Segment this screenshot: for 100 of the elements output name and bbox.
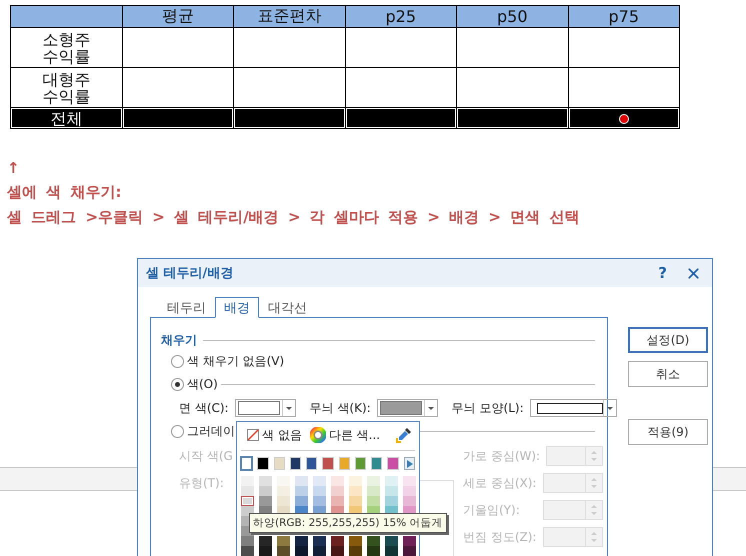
tab[interactable]: 배경: [215, 297, 259, 318]
color-swatch[interactable]: [331, 496, 344, 506]
color-swatch[interactable]: [241, 486, 254, 496]
help-button[interactable]: ?: [658, 264, 667, 282]
tooltip: 하양(RGB: 255,255,255) 15% 어둡게: [249, 513, 447, 533]
color-swatch[interactable]: [313, 536, 326, 546]
no-color-button[interactable]: 색 없음: [247, 426, 302, 444]
spin-field[interactable]: [543, 473, 603, 493]
dialog-button[interactable]: 적용(9): [628, 419, 708, 445]
color-swatch[interactable]: [241, 496, 254, 506]
color-swatch[interactable]: [385, 476, 398, 486]
color-swatch[interactable]: [277, 546, 290, 556]
color-swatch[interactable]: [349, 486, 362, 496]
color-swatch[interactable]: [241, 546, 254, 556]
color-swatch[interactable]: [277, 536, 290, 546]
color-swatch[interactable]: [403, 496, 416, 506]
spin-field[interactable]: [543, 500, 603, 520]
caret-icon: [282, 400, 295, 416]
header-cell: p75: [568, 6, 680, 28]
dialog-title: 셀 테두리/배경: [146, 265, 234, 282]
color-swatch[interactable]: [277, 486, 290, 496]
color-swatch[interactable]: [306, 457, 318, 470]
row-label-cell: 대형주 수익률: [10, 68, 122, 108]
color-swatch[interactable]: [241, 536, 254, 546]
color-swatch[interactable]: [331, 546, 344, 556]
field-label: 세로 중심(X):: [463, 474, 536, 492]
color-swatch[interactable]: [349, 496, 362, 506]
color-swatch[interactable]: [349, 546, 362, 556]
color-swatch[interactable]: [331, 476, 344, 486]
header-cell: p25: [345, 6, 456, 28]
expand-button[interactable]: [404, 457, 415, 470]
color-swatch[interactable]: [349, 476, 362, 486]
color-swatch[interactable]: [349, 536, 362, 546]
color-swatch[interactable]: [313, 496, 326, 506]
color-swatch[interactable]: [259, 486, 272, 496]
color-swatch[interactable]: [259, 496, 272, 506]
color-swatch[interactable]: [385, 546, 398, 556]
color-dropdown[interactable]: [234, 399, 296, 417]
more-colors-button[interactable]: 다른 색...: [310, 426, 380, 444]
color-swatch[interactable]: [367, 536, 380, 546]
color-swatch[interactable]: [371, 457, 382, 470]
radio-button[interactable]: [171, 355, 184, 368]
pattern-swatch: [536, 402, 603, 414]
color-dropdown[interactable]: [376, 399, 438, 417]
eyedropper-icon[interactable]: [396, 427, 412, 443]
color-swatch[interactable]: [403, 486, 416, 496]
pattern-dropdown[interactable]: [530, 399, 617, 417]
color-swatch[interactable]: [259, 536, 272, 546]
color-swatch[interactable]: [403, 476, 416, 486]
color-swatch[interactable]: [385, 486, 398, 496]
color-swatch[interactable]: [367, 486, 380, 496]
caret-icon: [424, 400, 437, 416]
color-swatch[interactable]: [259, 476, 272, 486]
color-swatch[interactable]: [338, 457, 350, 470]
color-swatch[interactable]: [241, 457, 252, 470]
color-swatch[interactable]: [277, 476, 290, 486]
arrow-text: ↑: [7, 159, 21, 177]
color-swatch[interactable]: [385, 536, 398, 546]
dialog-button[interactable]: 취소: [628, 361, 708, 387]
color-swatch[interactable]: [295, 486, 308, 496]
radio-button[interactable]: [171, 425, 184, 438]
color-swatch[interactable]: [277, 496, 290, 506]
section-title: 채우기: [161, 332, 197, 348]
note-steps: 셀 드레그 >우클릭 > 셀 테두리/배경 > 각 셀마다 적용 > 배경 > 면색 선택: [7, 208, 746, 227]
color-swatch[interactable]: [274, 457, 285, 470]
field-label: 시작 색(G: [179, 448, 233, 464]
field-label: 무늬 모양(L):: [452, 400, 524, 416]
row-label-cell: 전체: [10, 108, 122, 128]
dialog-button[interactable]: 설정(D): [628, 327, 708, 353]
color-swatch[interactable]: [295, 536, 308, 546]
radio-button[interactable]: [171, 378, 184, 391]
spin-field[interactable]: [543, 527, 603, 547]
color-swatch[interactable]: [257, 457, 269, 470]
spin-field[interactable]: [546, 446, 603, 466]
color-swatch[interactable]: [354, 457, 366, 470]
color-swatch[interactable]: [403, 546, 416, 556]
color-swatch[interactable]: [295, 546, 308, 556]
color-swatch[interactable]: [295, 476, 308, 486]
color-swatch[interactable]: [367, 476, 380, 486]
color-swatch[interactable]: [241, 476, 254, 486]
color-swatch[interactable]: [331, 536, 344, 546]
color-swatch[interactable]: [322, 457, 334, 470]
field-label: 기울임(Y):: [463, 502, 520, 518]
color-swatch[interactable]: [313, 546, 326, 556]
color-swatch[interactable]: [387, 457, 399, 470]
color-swatch[interactable]: [367, 496, 380, 506]
color-swatch[interactable]: [385, 496, 398, 506]
color-swatch[interactable]: [313, 486, 326, 496]
color-swatch[interactable]: [367, 546, 380, 556]
note-title: 셀에 색 채우기:: [7, 183, 122, 202]
color-swatch[interactable]: [295, 496, 308, 506]
row-label-cell: 소형주 수익률: [10, 28, 122, 68]
color-swatch[interactable]: [331, 486, 344, 496]
color-swatch[interactable]: [259, 546, 272, 556]
field-label: 무늬 색(K):: [310, 400, 371, 416]
color-swatch[interactable]: [313, 476, 326, 486]
field-label: 면 색(C):: [179, 400, 229, 416]
color-swatch[interactable]: [403, 536, 416, 546]
radio-label: 그러데이: [187, 423, 235, 440]
color-swatch[interactable]: [290, 457, 302, 470]
